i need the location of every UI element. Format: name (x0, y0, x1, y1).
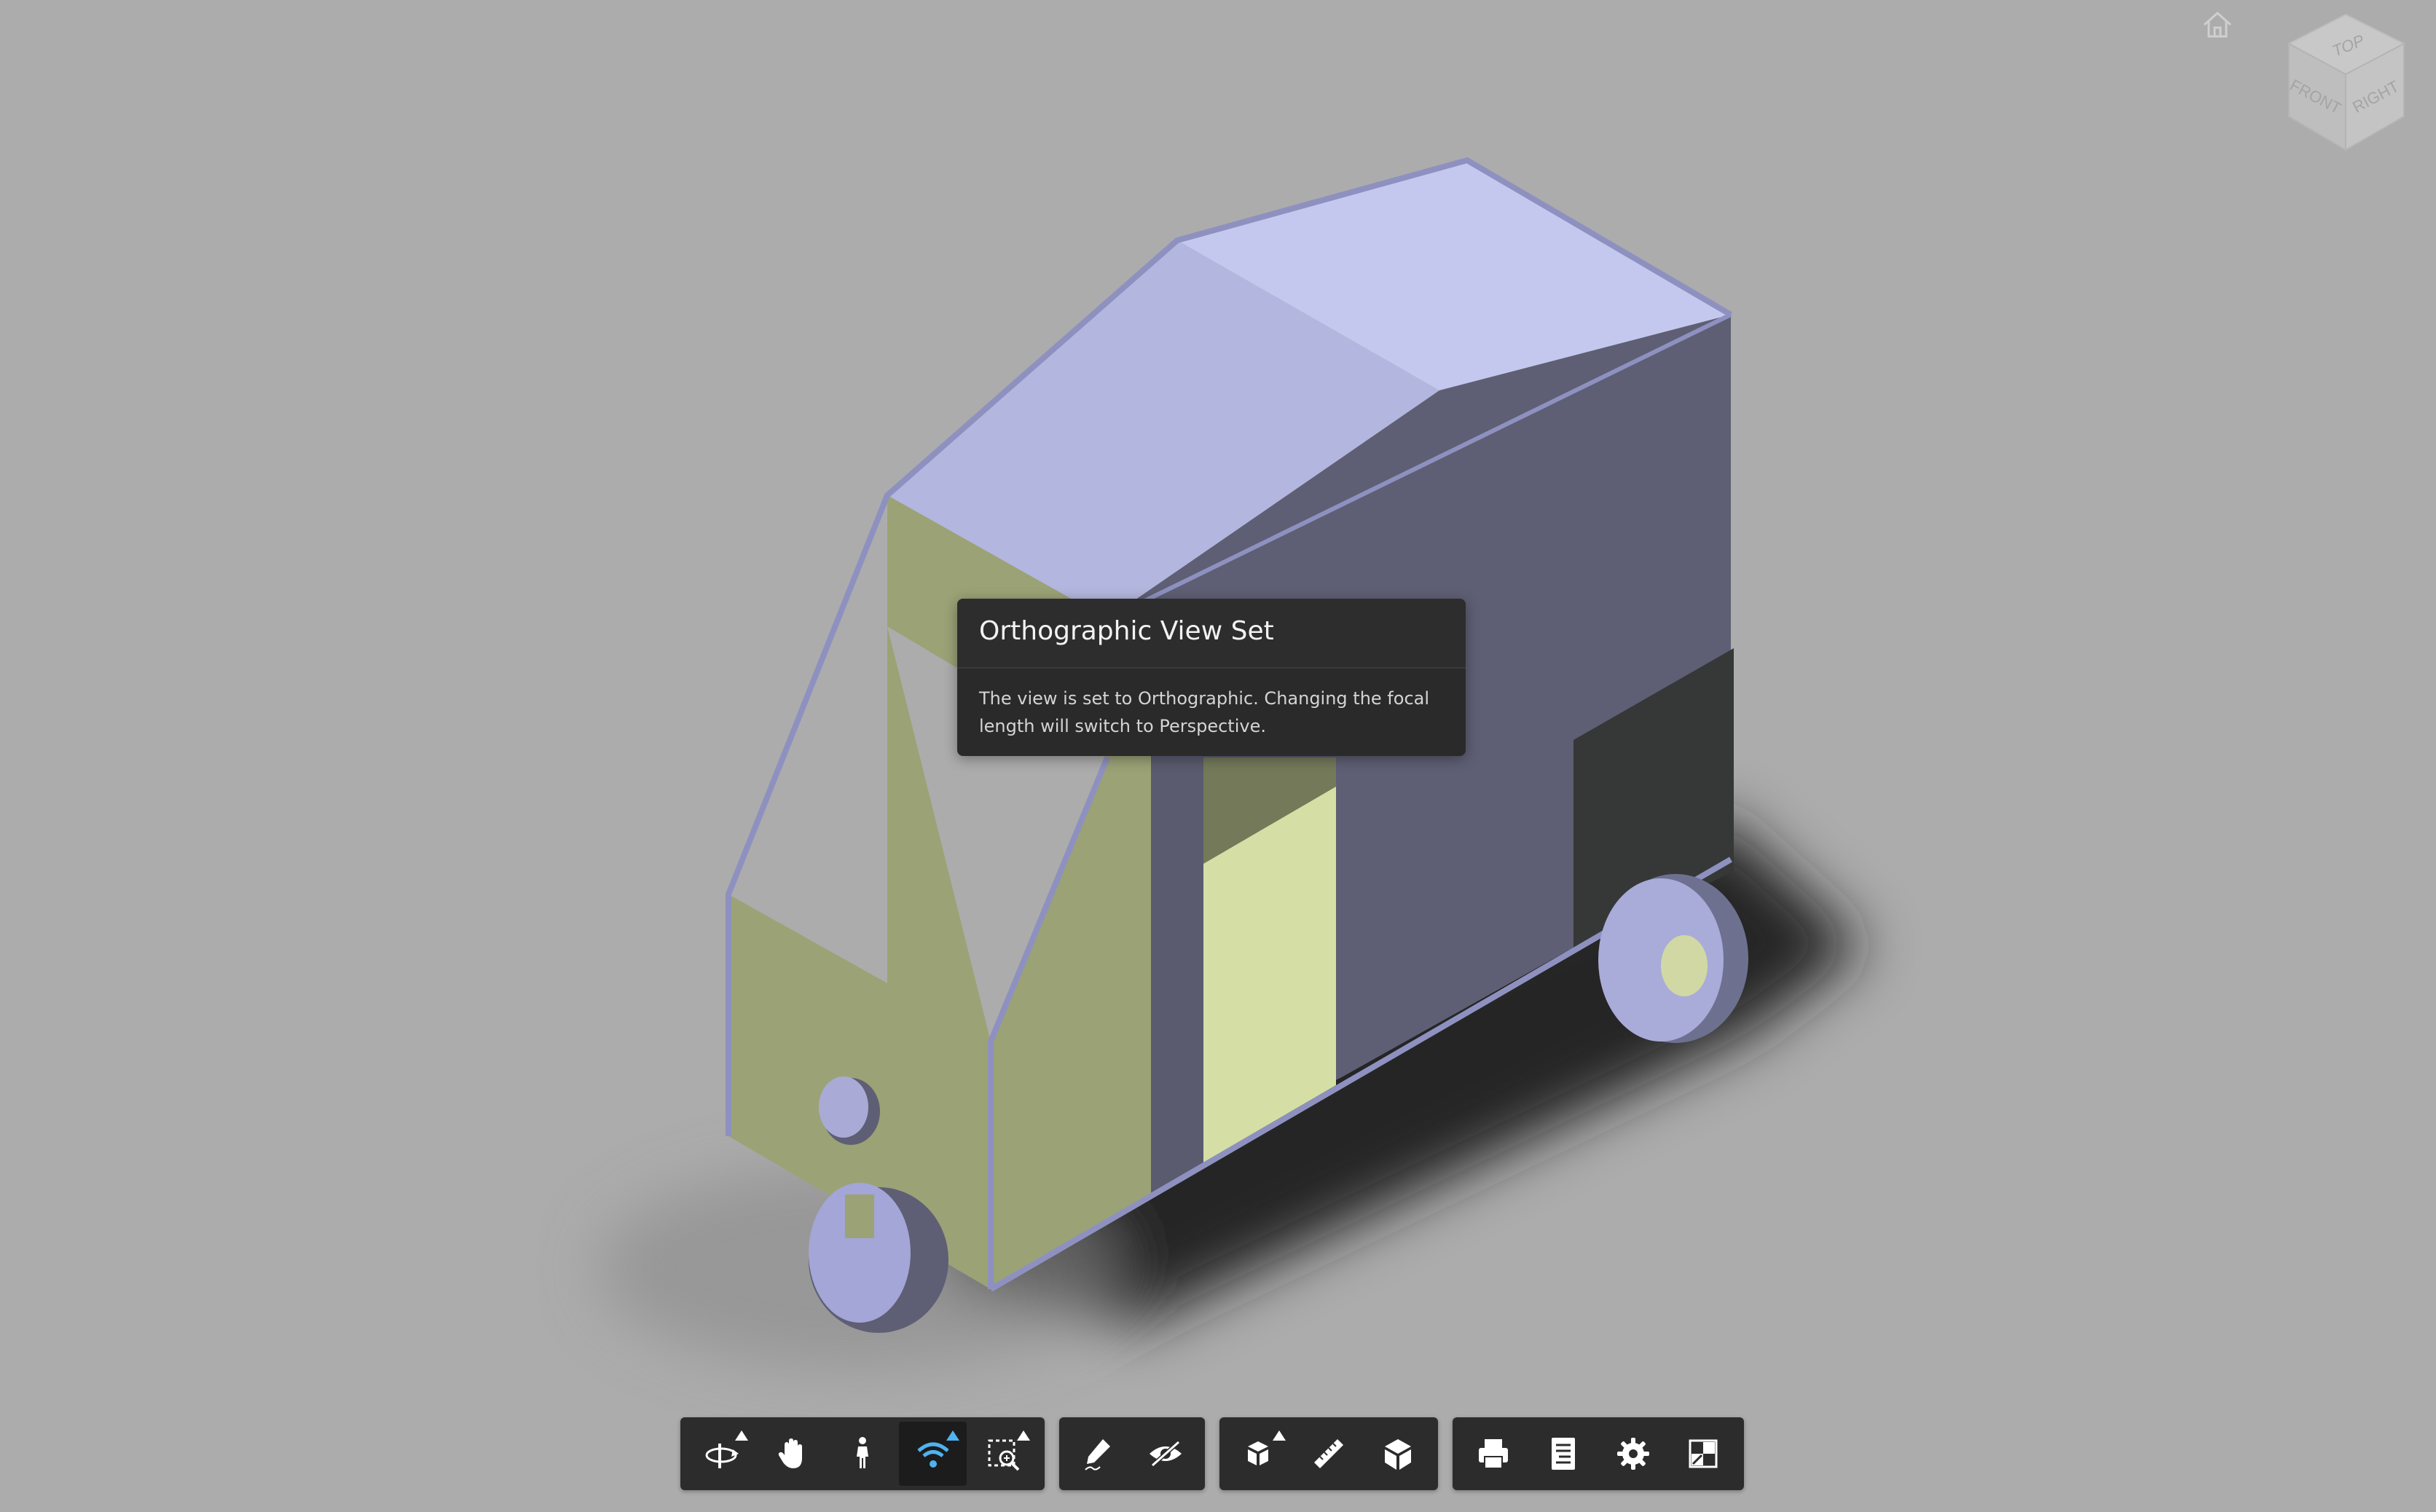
markup-toolbar (1059, 1417, 1205, 1490)
markup-pencil-icon (1085, 1439, 1110, 1470)
model-browser-button[interactable] (1530, 1422, 1597, 1486)
measure-button[interactable] (1296, 1422, 1362, 1486)
explode-model-button[interactable] (1227, 1422, 1293, 1486)
rear-wheel (1598, 874, 1748, 1043)
pan-icon (778, 1438, 803, 1468)
explode-flyout-indicator (1272, 1430, 1286, 1441)
fit-to-view-button[interactable] (970, 1422, 1037, 1486)
markup-button[interactable] (1066, 1422, 1131, 1486)
section-box-button[interactable] (1364, 1422, 1431, 1486)
home-icon (2204, 11, 2231, 38)
fit-flyout-indicator (1016, 1430, 1030, 1441)
print-button[interactable] (1460, 1422, 1527, 1486)
view-cube[interactable]: TOP FRONT RIGHT (2273, 7, 2419, 160)
orthographic-tooltip: Orthographic View Set The view is set to… (957, 599, 1466, 756)
hide-object-button[interactable] (1133, 1422, 1198, 1486)
orbit-button[interactable] (688, 1422, 755, 1486)
section-box-icon (1384, 1439, 1411, 1470)
orbit-flyout-indicator (734, 1430, 748, 1441)
tooltip-body: The view is set to Orthographic. Changin… (979, 688, 1430, 736)
settings-button[interactable] (1600, 1422, 1667, 1486)
model-viewport[interactable] (0, 0, 2436, 1512)
camera-flyout-indicator (946, 1430, 960, 1441)
model-browser-icon (1552, 1438, 1575, 1470)
door-pillar (1151, 757, 1203, 1194)
first-person-button[interactable] (829, 1422, 897, 1486)
hide-object-icon (1150, 1440, 1182, 1468)
camera-interactions-button[interactable] (899, 1422, 967, 1486)
tooltip-title: Orthographic View Set (957, 599, 1466, 669)
print-icon (1479, 1439, 1508, 1469)
fullscreen-icon (1689, 1439, 1718, 1468)
first-person-icon (856, 1437, 868, 1468)
pan-button[interactable] (758, 1422, 826, 1486)
home-view-button[interactable] (2197, 4, 2238, 45)
fullscreen-button[interactable] (1670, 1422, 1737, 1486)
measure-ruler-icon (1314, 1439, 1343, 1468)
analysis-toolbar (1219, 1417, 1438, 1490)
settings-gear-icon (1617, 1438, 1649, 1470)
navigation-toolbar (680, 1417, 1045, 1490)
settings-toolbar (1453, 1417, 1744, 1490)
